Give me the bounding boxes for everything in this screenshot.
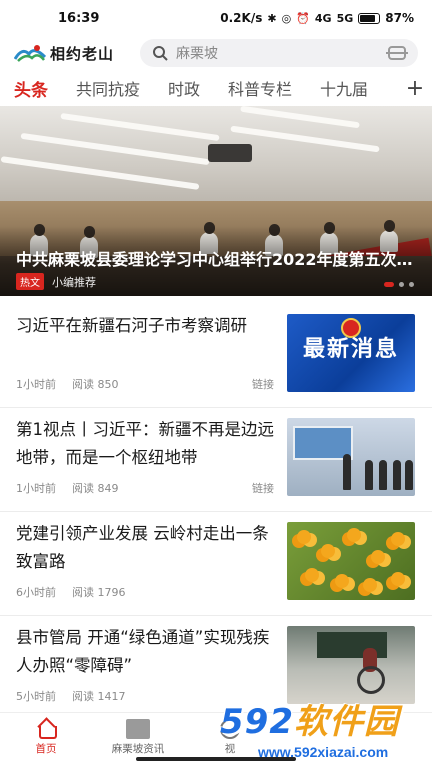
hot-badge: 热文 xyxy=(16,273,44,290)
news-title[interactable]: 习近平在新疆石河子市考察调研 xyxy=(16,312,274,340)
news-title[interactable]: 第1视点丨习近平：新疆不再是边远地带，而是一个枢纽地带 xyxy=(16,416,274,472)
tab-politics[interactable]: 时政 xyxy=(168,76,200,100)
news-list: 习近平在新疆石河子市考察调研 1小时前 阅读 850 链接 最新消息 第1视点丨… xyxy=(0,304,432,720)
nav-malipo-news-label: 麻栗坡资讯 xyxy=(111,743,165,755)
logo-text: 相约老山 xyxy=(50,44,115,63)
emblem-icon xyxy=(341,318,361,338)
mountain-logo-icon xyxy=(14,45,46,62)
nav-home-label: 首页 xyxy=(35,743,57,755)
news-reads: 阅读 1796 xyxy=(72,586,126,599)
featured-banner[interactable]: 中共麻栗坡县委理论学习中心组举行2022年度第五次集中学习 热文 小编推荐 xyxy=(0,106,432,296)
watermark-text: 软件园 xyxy=(293,702,399,742)
banner-meta: 热文 小编推荐 xyxy=(16,273,96,290)
carousel-dot[interactable] xyxy=(399,282,404,287)
news-time: 1小时前 xyxy=(16,378,56,391)
news-meta: 6小时前 阅读 1796 xyxy=(16,584,274,600)
carousel-dots xyxy=(384,282,414,287)
category-tabs: 头条 共同抗疫 时政 科普专栏 十九届 + xyxy=(0,70,432,106)
search-bar[interactable]: 麻栗坡 xyxy=(140,39,418,67)
banner-title[interactable]: 中共麻栗坡县委理论学习中心组举行2022年度第五次集中学习 xyxy=(16,246,416,270)
news-reads: 阅读 849 xyxy=(72,482,119,495)
watermark-number: 592 xyxy=(220,702,294,742)
news-thumbnail[interactable] xyxy=(287,418,415,496)
app-header: 相约老山 麻栗坡 xyxy=(0,36,432,70)
news-thumbnail[interactable]: 最新消息 xyxy=(287,314,415,392)
status-bar: 16:39 0.2K/s ✱ ◎ ⏰ 4G 5G 87% xyxy=(0,0,432,36)
add-tab-icon[interactable]: + xyxy=(398,70,432,106)
news-reads: 阅读 850 xyxy=(72,378,119,391)
news-time: 6小时前 xyxy=(16,586,56,599)
vibrate-icon: ◎ xyxy=(281,11,292,25)
news-type-label: 链接 xyxy=(252,378,274,391)
scan-icon[interactable] xyxy=(386,46,408,60)
gesture-bar[interactable] xyxy=(136,757,296,761)
news-thumbnail[interactable] xyxy=(287,522,415,600)
signal-4g-icon: 4G xyxy=(314,11,332,25)
carousel-dot[interactable] xyxy=(409,282,414,287)
news-meta: 1小时前 阅读 850 链接 xyxy=(16,376,274,392)
battery-icon xyxy=(358,12,381,24)
battery-percent: 87% xyxy=(385,11,414,25)
news-item[interactable]: 党建引领产业发展 云岭村走出一条致富路 6小时前 阅读 1796 xyxy=(0,512,432,616)
status-icons: 0.2K/s ✱ ◎ ⏰ 4G 5G 87% xyxy=(220,11,414,25)
watermark-logo: 592软件园 xyxy=(220,694,399,743)
news-square-icon xyxy=(126,719,150,739)
news-item[interactable]: 习近平在新疆石河子市考察调研 1小时前 阅读 850 链接 最新消息 xyxy=(0,304,432,408)
news-type-label: 链接 xyxy=(252,482,274,495)
alarm-icon: ⏰ xyxy=(296,11,310,25)
tab-headlines[interactable]: 头条 xyxy=(14,76,48,101)
search-icon xyxy=(153,46,168,61)
signal-5g-icon: 5G xyxy=(336,11,354,25)
nav-home[interactable]: 首页 xyxy=(0,713,92,768)
tab-science[interactable]: 科普专栏 xyxy=(228,76,292,100)
news-time: 1小时前 xyxy=(16,482,56,495)
carousel-dot-active[interactable] xyxy=(384,282,394,287)
news-meta: 1小时前 阅读 849 链接 xyxy=(16,480,274,496)
search-input[interactable]: 麻栗坡 xyxy=(176,43,380,63)
news-title[interactable]: 党建引领产业发展 云岭村走出一条致富路 xyxy=(16,520,274,576)
status-time: 16:39 xyxy=(58,10,100,26)
news-title[interactable]: 县市管局 开通“绿色通道”实现残疾人办照“零障碍” xyxy=(16,624,274,680)
tab-fight-epidemic[interactable]: 共同抗疫 xyxy=(76,76,140,100)
app-logo[interactable]: 相约老山 xyxy=(14,43,140,64)
bluetooth-icon: ✱ xyxy=(267,11,277,25)
home-icon xyxy=(36,719,57,739)
news-time: 5小时前 xyxy=(16,690,56,703)
network-speed: 0.2K/s xyxy=(220,11,263,25)
tab-nineteenth[interactable]: 十九届 xyxy=(320,76,368,100)
banner-source: 小编推荐 xyxy=(52,275,96,289)
news-item[interactable]: 第1视点丨习近平：新疆不再是边远地带，而是一个枢纽地带 1小时前 阅读 849 … xyxy=(0,408,432,512)
thumb-latest-news-text: 最新消息 xyxy=(302,337,399,362)
